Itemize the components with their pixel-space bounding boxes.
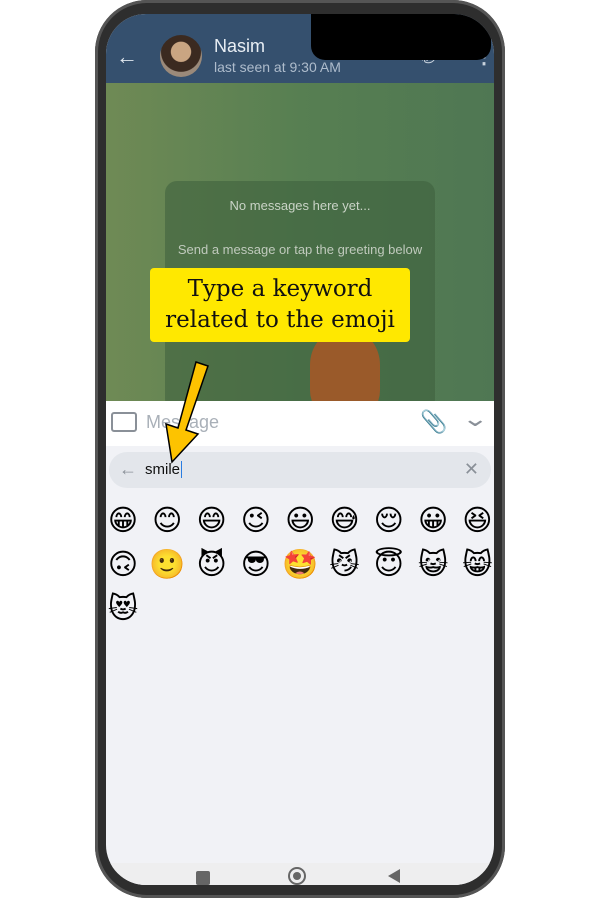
pointer-arrow-icon [165,361,209,464]
